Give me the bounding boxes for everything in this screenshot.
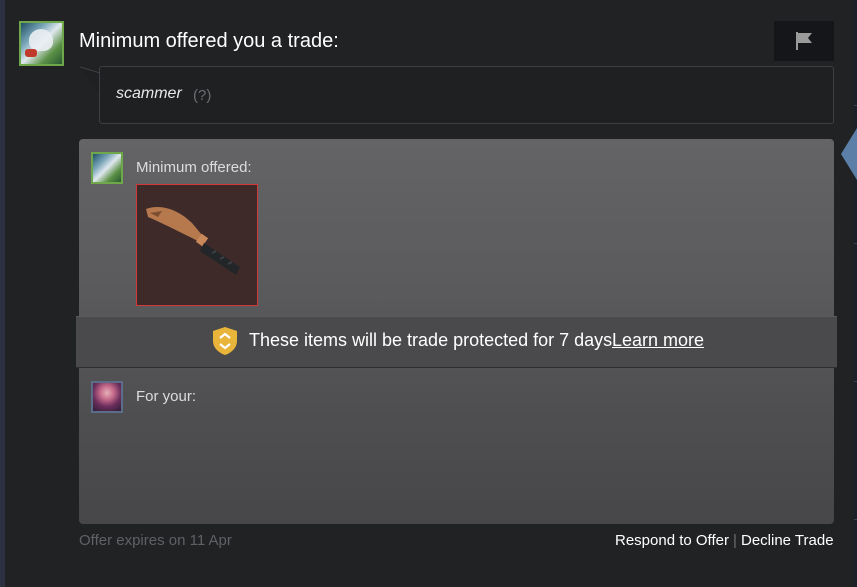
trade-message-text: scammer: [116, 85, 182, 102]
report-flag-button[interactable]: [774, 21, 834, 61]
respond-to-offer-link[interactable]: Respond to Offer: [615, 532, 729, 549]
shield-icon: [213, 327, 237, 355]
sender-offered-label: Minimum offered:: [136, 159, 252, 176]
footer-separator: |: [733, 532, 737, 549]
left-edge-bar: [0, 0, 5, 587]
message-help-link[interactable]: (?): [193, 87, 211, 104]
learn-more-link[interactable]: Learn more: [612, 330, 704, 351]
sender-avatar[interactable]: [19, 21, 64, 66]
flag-icon: [796, 32, 812, 50]
decline-trade-link[interactable]: Decline Trade: [741, 532, 834, 549]
trade-title: Minimum offered you a trade:: [79, 30, 339, 52]
offer-expiry-text: Offer expires on 11 Apr: [79, 532, 232, 549]
side-tab-arrow[interactable]: [841, 128, 857, 180]
trade-protection-text: These items will be trade protected for …: [249, 330, 618, 350]
knife-icon: [146, 206, 240, 275]
receiver-small-avatar[interactable]: [91, 381, 123, 413]
receiver-for-your-label: For your:: [136, 388, 197, 405]
offered-item[interactable]: [136, 184, 258, 306]
sender-small-avatar[interactable]: [91, 152, 123, 184]
